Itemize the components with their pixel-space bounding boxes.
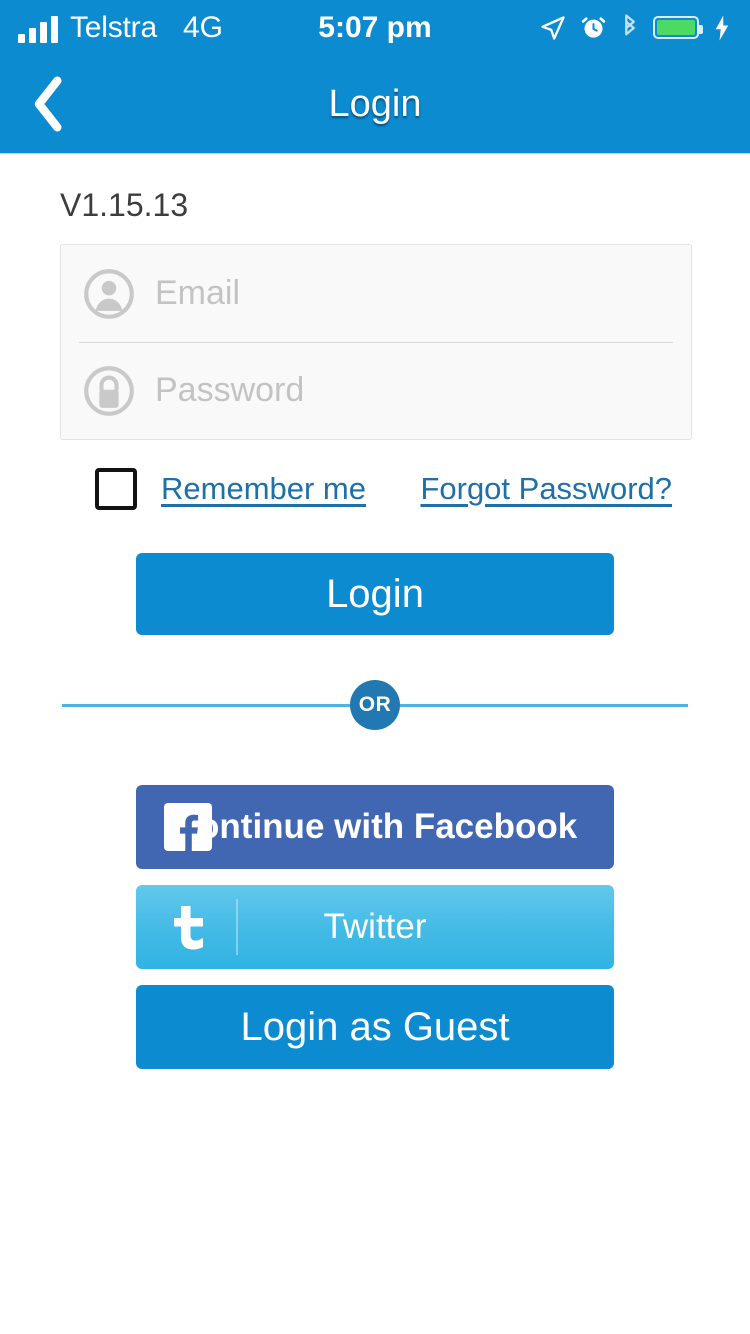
password-field[interactable]: Password <box>61 342 691 439</box>
facebook-icon <box>164 803 212 851</box>
navigation-bar: Login <box>0 55 750 154</box>
twitter-login-button[interactable]: Twitter <box>136 885 614 969</box>
charging-bolt-icon <box>715 15 729 40</box>
app-version-label: V1.15.13 <box>60 187 189 223</box>
location-arrow-icon <box>541 15 565 40</box>
network-type-label: 4G <box>182 10 223 44</box>
login-content: V1.15.13 Email Password Remember me Forg… <box>0 187 750 1069</box>
twitter-button-label: Twitter <box>323 907 427 946</box>
bluetooth-icon <box>625 13 635 35</box>
signal-bars-icon <box>18 15 58 43</box>
lock-circle-icon <box>84 365 134 416</box>
alarm-clock-icon <box>581 17 606 38</box>
remember-me-checkbox[interactable] <box>95 468 137 510</box>
options-row: Remember me Forgot Password? <box>60 466 690 512</box>
guest-login-button[interactable]: Login as Guest <box>136 985 614 1069</box>
chevron-left-icon <box>34 76 62 132</box>
login-screen: Telstra 4G 5:07 pm Login V1.15.13 Email … <box>0 0 750 1334</box>
remember-me-label[interactable]: Remember me <box>161 471 366 507</box>
page-title: Login <box>328 82 422 125</box>
back-button[interactable] <box>14 69 84 139</box>
email-field[interactable]: Email <box>61 245 691 342</box>
facebook-button-label: Continue with Facebook <box>172 807 578 846</box>
status-bar-right <box>539 13 732 43</box>
password-placeholder: Password <box>155 371 305 409</box>
login-button[interactable]: Login <box>136 553 614 635</box>
forgot-password-link[interactable]: Forgot Password? <box>420 471 672 507</box>
status-bar: Telstra 4G 5:07 pm <box>0 0 750 55</box>
user-circle-icon <box>84 268 134 319</box>
credentials-form: Email Password <box>60 244 692 440</box>
social-buttons: Continue with Facebook Twitter Login as … <box>60 785 690 1069</box>
facebook-login-button[interactable]: Continue with Facebook <box>136 785 614 869</box>
twitter-divider <box>236 899 238 955</box>
status-bar-left: Telstra 4G <box>18 10 223 44</box>
battery-icon <box>653 16 703 39</box>
email-placeholder: Email <box>155 274 241 312</box>
carrier-label: Telstra <box>70 10 157 44</box>
twitter-icon <box>166 900 220 954</box>
or-badge: OR <box>350 680 400 730</box>
or-divider: OR <box>60 675 690 735</box>
